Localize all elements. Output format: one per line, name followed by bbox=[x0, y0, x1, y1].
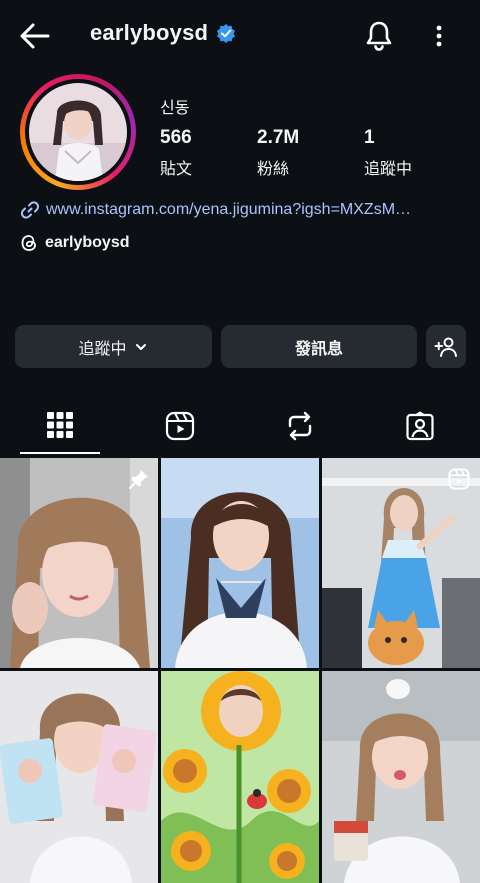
stat-following[interactable]: 1 追蹤中 bbox=[364, 127, 412, 179]
post-image bbox=[161, 458, 319, 668]
repost-icon bbox=[288, 411, 312, 441]
profile-avatar-story-ring[interactable] bbox=[20, 74, 136, 190]
avatar bbox=[29, 83, 127, 181]
grid-post[interactable] bbox=[322, 671, 480, 883]
back-button[interactable] bbox=[18, 22, 52, 50]
tagged-person-icon bbox=[406, 411, 434, 441]
header-username-wrap: earlyboysd bbox=[90, 20, 236, 46]
header-username: earlyboysd bbox=[90, 20, 209, 45]
message-button-label: 發訊息 bbox=[294, 340, 343, 358]
threads-icon bbox=[21, 235, 36, 251]
grid-post[interactable] bbox=[161, 671, 319, 883]
pin-icon bbox=[129, 470, 148, 489]
grid-post[interactable] bbox=[0, 671, 158, 883]
more-vertical-icon bbox=[436, 25, 442, 47]
tab-reposts[interactable] bbox=[260, 400, 340, 454]
stat-following-label: 追蹤中 bbox=[364, 161, 413, 178]
notifications-button[interactable] bbox=[364, 20, 394, 52]
stat-followers-value: 2.7M bbox=[257, 127, 300, 148]
stat-posts[interactable]: 566 貼文 bbox=[160, 127, 192, 179]
stat-followers-label: 粉絲 bbox=[257, 161, 290, 178]
display-name: 신동 bbox=[160, 100, 190, 117]
grid-post[interactable] bbox=[322, 458, 480, 668]
tab-tagged[interactable] bbox=[380, 400, 460, 454]
stat-posts-value: 566 bbox=[160, 127, 192, 148]
reels-icon bbox=[448, 468, 470, 490]
bio-link[interactable]: www.instagram.com/yena.jigumina?igsh=MXZ… bbox=[20, 200, 411, 220]
grid-icon bbox=[47, 412, 73, 438]
more-options-button[interactable] bbox=[428, 22, 450, 50]
link-icon bbox=[20, 201, 40, 219]
grid-post[interactable] bbox=[161, 458, 319, 668]
bio-link-text: www.instagram.com/yena.jigumina?igsh=MXZ… bbox=[46, 201, 412, 218]
message-button[interactable]: 發訊息 bbox=[221, 325, 417, 368]
add-person-icon bbox=[434, 337, 457, 357]
reels-icon bbox=[165, 411, 195, 441]
tab-posts[interactable] bbox=[20, 400, 100, 454]
arrow-left-icon bbox=[20, 23, 50, 49]
posts-grid bbox=[0, 458, 480, 883]
following-button-label: 追蹤中 bbox=[78, 340, 127, 358]
avatar-image bbox=[29, 83, 127, 181]
stat-followers[interactable]: 2.7M 粉絲 bbox=[257, 127, 299, 179]
suggested-users-button[interactable] bbox=[426, 325, 466, 368]
post-image bbox=[322, 671, 480, 883]
bell-icon bbox=[366, 21, 392, 51]
tab-reels[interactable] bbox=[140, 400, 220, 454]
profile-page: earlyboysd 신동 566 貼文 2.7M 粉絲 1 追蹤中 www.i… bbox=[0, 0, 480, 883]
stat-following-value: 1 bbox=[364, 127, 375, 148]
grid-post[interactable] bbox=[0, 458, 158, 668]
post-image bbox=[0, 671, 158, 883]
following-button[interactable]: 追蹤中 bbox=[15, 325, 212, 368]
verified-badge-icon bbox=[217, 24, 236, 43]
top-bar: earlyboysd bbox=[0, 0, 480, 72]
active-tab-indicator bbox=[20, 452, 100, 454]
post-image bbox=[161, 671, 319, 883]
stat-posts-label: 貼文 bbox=[160, 161, 193, 178]
threads-handle: earlyboysd bbox=[45, 234, 130, 251]
threads-badge[interactable]: earlyboysd bbox=[20, 234, 129, 252]
chevron-down-icon bbox=[135, 343, 146, 350]
